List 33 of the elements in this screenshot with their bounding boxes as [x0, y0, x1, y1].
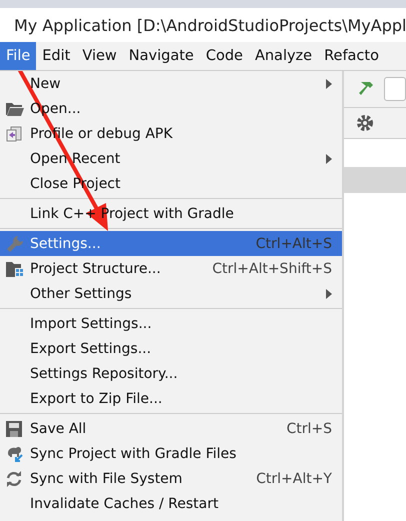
- shortcut-text: Ctrl+Alt+S: [256, 236, 332, 252]
- menu-item[interactable]: Analyze: [248, 42, 318, 70]
- menu-item[interactable]: Save All Ctrl+S: [0, 416, 342, 441]
- menu-item[interactable]: View: [76, 42, 123, 70]
- menu-item[interactable]: Export to Zip File...: [0, 386, 342, 411]
- menu-item[interactable]: Sync with File System Ctrl+Alt+Y: [0, 466, 342, 491]
- folder-grid-icon: [6, 260, 24, 276]
- shortcut-text: Ctrl+S: [286, 420, 332, 436]
- window-title: My Application [D:\AndroidStudioProjects\MyAppl: [14, 16, 406, 34]
- shortcut-text: Ctrl+Alt+Y: [256, 470, 332, 486]
- gear-icon[interactable]: [356, 114, 374, 132]
- elephant-icon: [6, 444, 24, 462]
- menu-item[interactable]: Settings... Ctrl+Alt+S: [0, 231, 342, 256]
- menu-item[interactable]: Navigate: [122, 42, 200, 70]
- menu-item[interactable]: File: [0, 42, 36, 70]
- folder-icon: [6, 102, 24, 116]
- menu-item[interactable]: Project Structure... Ctrl+Alt+Shift+S: [0, 256, 342, 281]
- shortcut-text: Ctrl+Alt+Shift+S: [212, 260, 332, 276]
- menu-item[interactable]: Edit: [36, 42, 76, 70]
- sync-icon: [6, 470, 22, 486]
- menu-item[interactable]: Import Settings...: [0, 311, 342, 336]
- menu-item[interactable]: New: [0, 71, 342, 96]
- menu-item[interactable]: Invalidate Caches / Restart: [0, 491, 342, 516]
- menu-item[interactable]: Code: [200, 42, 249, 70]
- document-icon: [6, 126, 22, 142]
- menu-item[interactable]: Settings Repository...: [0, 361, 342, 386]
- menu-item[interactable]: Refacto: [318, 42, 385, 70]
- menu-item[interactable]: Export Settings...: [0, 336, 342, 361]
- toolbar-field[interactable]: [384, 77, 406, 101]
- wrench-icon: [6, 234, 24, 252]
- menu-item[interactable]: Sync Project with Gradle Files: [0, 441, 342, 466]
- menu-item[interactable]: Other Settings: [0, 281, 342, 306]
- menu-item[interactable]: Open Recent: [0, 146, 342, 171]
